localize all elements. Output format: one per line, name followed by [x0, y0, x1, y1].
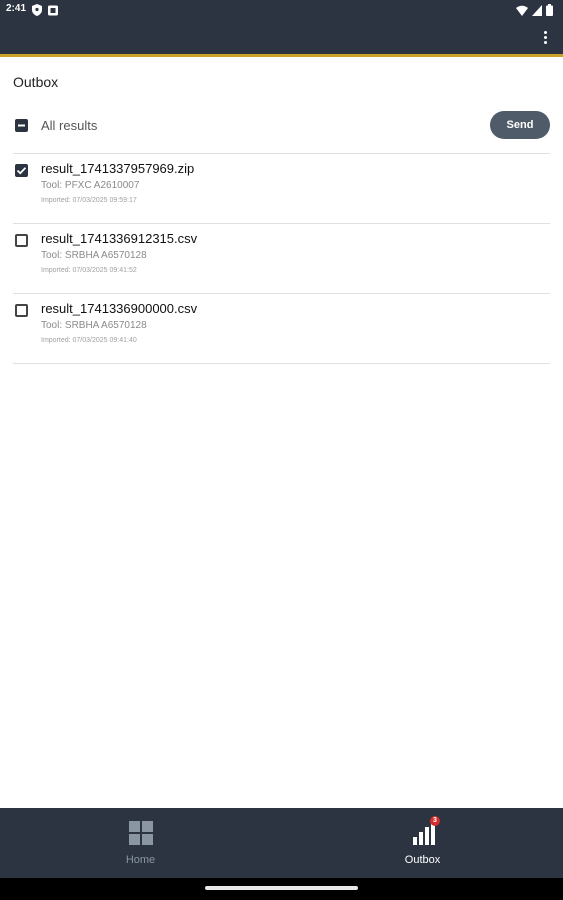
- outbox-count-badge: 3: [430, 816, 440, 826]
- notification-icon: [48, 3, 58, 21]
- item-tool: Tool: SRBHA A6570128: [41, 250, 147, 261]
- gesture-area: [0, 878, 563, 900]
- more-vert-icon[interactable]: [537, 27, 553, 47]
- status-time: 2:41: [6, 3, 27, 14]
- list-item[interactable]: result_1741337957969.zip Tool: PFXC A261…: [13, 154, 550, 223]
- item-tool: Tool: SRBHA A6570128: [41, 320, 147, 331]
- app-bar: [0, 20, 563, 54]
- list-item[interactable]: result_1741336900000.csv Tool: SRBHA A65…: [13, 294, 550, 363]
- item-imported: Imported: 07/03/2025 09:41:52: [41, 267, 137, 274]
- nav-label-outbox: Outbox: [404, 854, 441, 866]
- item-file-name: result_1741337957969.zip: [41, 161, 195, 176]
- signal-icon: [532, 3, 542, 21]
- select-all-label: All results: [41, 118, 98, 133]
- item-checkbox[interactable]: [15, 164, 28, 177]
- nav-label-home: Home: [125, 854, 156, 866]
- list-item[interactable]: result_1741336912315.csv Tool: SRBHA A65…: [13, 224, 550, 293]
- item-imported: Imported: 07/03/2025 09:59:17: [41, 197, 137, 204]
- item-checkbox[interactable]: [15, 234, 28, 247]
- grid-icon: [128, 820, 154, 846]
- status-right-icons: [516, 3, 553, 21]
- item-tool: Tool: PFXC A2610007: [41, 180, 140, 191]
- shield-icon: [32, 3, 42, 21]
- wifi-icon: [516, 3, 528, 21]
- app-bar-accent-line: [0, 54, 563, 57]
- battery-icon: [546, 3, 553, 21]
- page-title: Outbox: [13, 74, 59, 90]
- divider: [13, 363, 550, 364]
- item-checkbox[interactable]: [15, 304, 28, 317]
- item-file-name: result_1741336912315.csv: [41, 231, 198, 246]
- item-imported: Imported: 07/03/2025 09:41:40: [41, 337, 137, 344]
- nav-item-outbox[interactable]: 3 Outbox: [282, 808, 563, 878]
- result-list: result_1741337957969.zip Tool: PFXC A261…: [13, 153, 550, 364]
- nav-item-home[interactable]: Home: [0, 808, 281, 878]
- select-all-row: All results Send: [13, 110, 550, 140]
- bottom-nav: Home 3 Outbox: [0, 808, 563, 878]
- send-button[interactable]: Send: [490, 111, 550, 139]
- item-file-name: result_1741336900000.csv: [41, 301, 198, 316]
- status-bar: 2:41: [0, 0, 563, 20]
- status-left-icons: [32, 3, 58, 21]
- select-all-checkbox[interactable]: [15, 119, 28, 132]
- home-gesture-bar[interactable]: [205, 886, 358, 890]
